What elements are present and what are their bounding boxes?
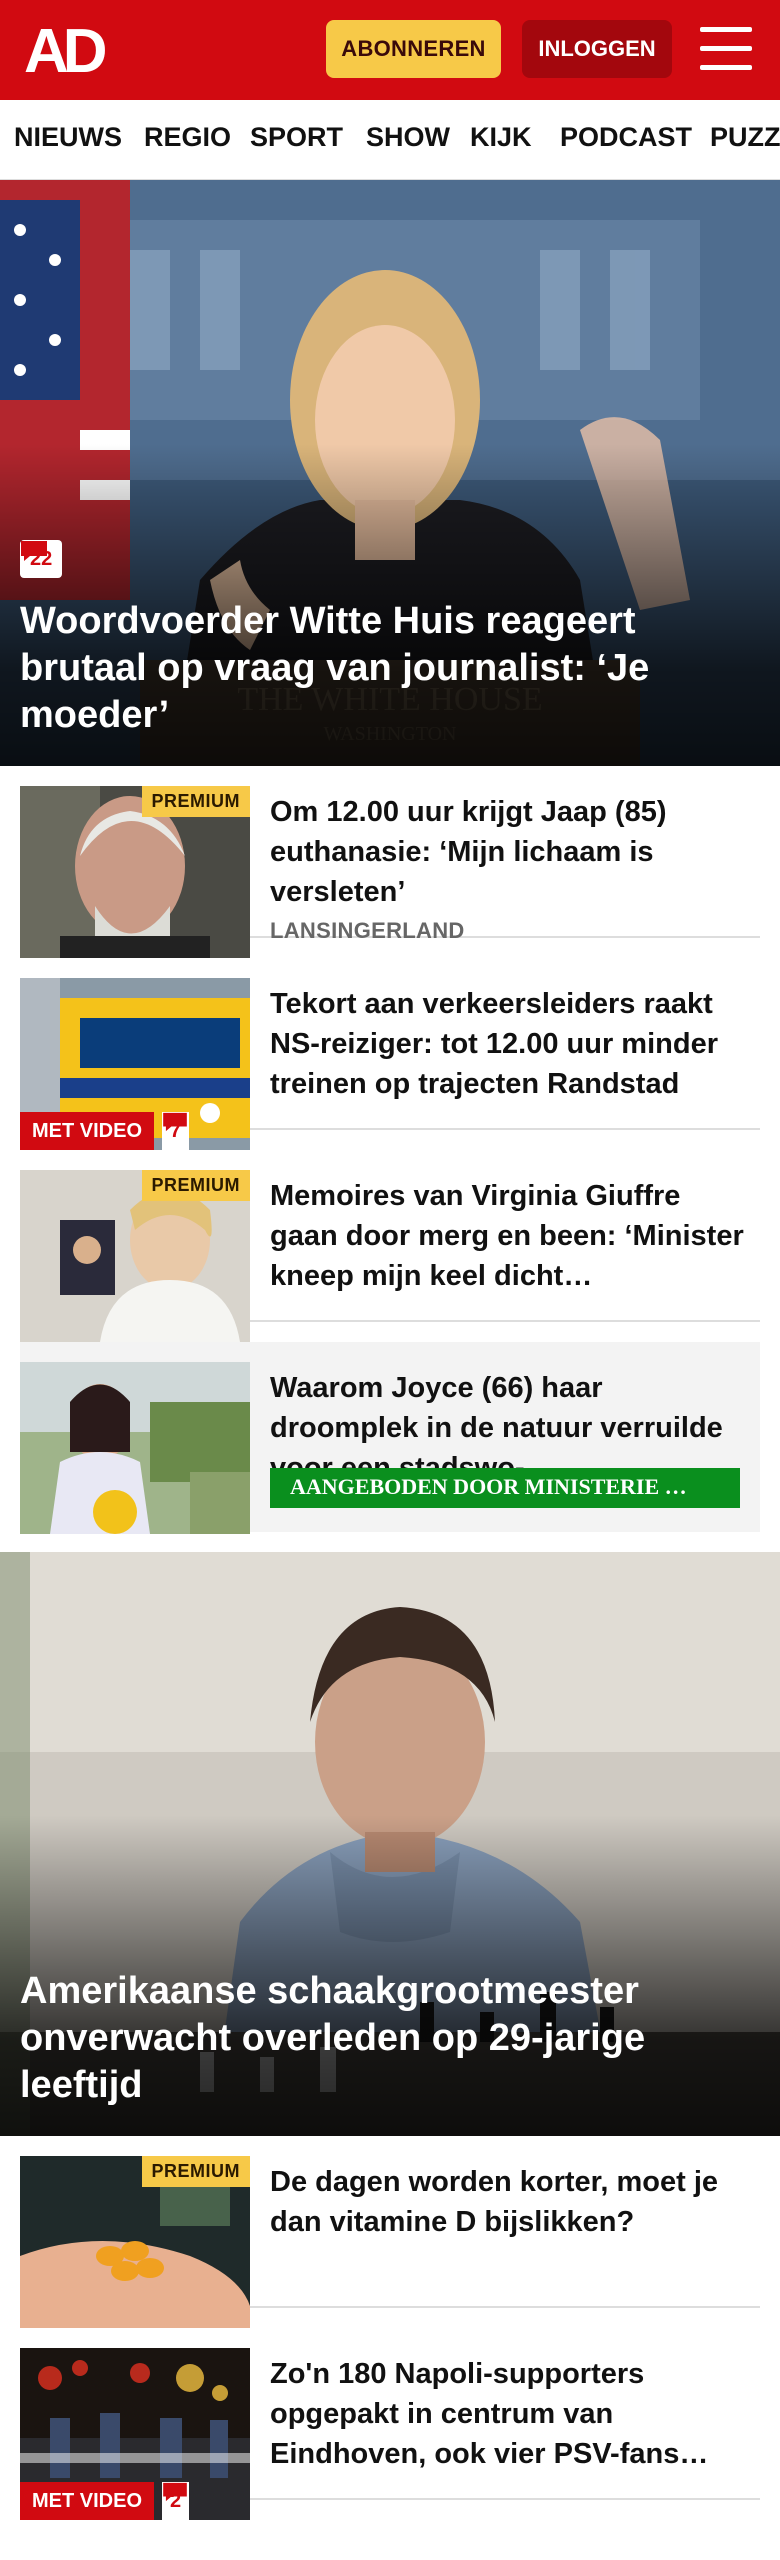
video-badge: MET VIDEO: [20, 2482, 155, 2520]
hero-title[interactable]: Woordvoerder Witte Huis reageert brutaal…: [20, 598, 740, 739]
premium-badge: PREMIUM: [141, 2156, 250, 2187]
article-item-napoli[interactable]: MET VIDEO 2 Zo'n 180 Napoli-supporters o…: [20, 2328, 760, 2520]
ad-logo[interactable]: AD: [24, 22, 116, 78]
nav-item-podcast[interactable]: PODCAST: [560, 122, 692, 153]
comment-icon: [163, 2482, 187, 2502]
login-button[interactable]: INLOGGEN: [522, 20, 672, 78]
subscribe-button[interactable]: ABONNEREN: [326, 20, 501, 78]
article-item-giuffre[interactable]: PREMIUM Memoires van Virginia Giuffre ga…: [20, 1150, 760, 1342]
sponsored-article-item[interactable]: Waarom Joyce (66) haar droomplek in de n…: [20, 1342, 760, 1534]
hamburger-menu-icon[interactable]: [700, 27, 752, 71]
nav-item-show[interactable]: SHOW: [366, 122, 450, 153]
premium-badge: PREMIUM: [141, 786, 250, 817]
nav-item-nieuws[interactable]: NIEUWS: [14, 122, 122, 153]
section-nav: NIEUWS REGIO SPORT SHOW KIJK PODCAST PUZ…: [0, 100, 780, 180]
article-thumbnail: PREMIUM: [20, 2156, 250, 2328]
article-thumbnail: MET VIDEO 7: [20, 978, 250, 1150]
comment-count-badge[interactable]: 7: [162, 1112, 190, 1150]
article-thumbnail: PREMIUM: [20, 786, 250, 958]
article-title[interactable]: Tekort aan verkeersleiders raakt NS-reiz…: [270, 984, 750, 1104]
article-thumbnail: [20, 1362, 250, 1534]
nav-item-puzzel[interactable]: PUZZ: [710, 122, 780, 153]
svg-text:AD: AD: [24, 22, 106, 78]
comment-count-badge[interactable]: 2: [162, 2482, 190, 2520]
article-title[interactable]: Om 12.00 uur krijgt Jaap (85) euthanasie…: [270, 792, 750, 912]
hero-article-chess[interactable]: Amerikaanse schaakgrootmeester onverwach…: [0, 1552, 780, 2136]
comment-count-badge[interactable]: 22: [20, 540, 63, 578]
article-location: LANSINGERLAND: [270, 918, 465, 943]
nav-item-kijk[interactable]: KIJK: [470, 122, 532, 153]
article-item-jaap[interactable]: PREMIUM Om 12.00 uur krijgt Jaap (85) eu…: [20, 766, 760, 958]
comment-icon: [163, 1112, 187, 1132]
article-thumbnail: PREMIUM: [20, 1170, 250, 1342]
nav-item-sport[interactable]: SPORT: [250, 122, 343, 153]
nav-item-regio[interactable]: REGIO: [144, 122, 231, 153]
article-title[interactable]: De dagen worden korter, moet je dan vita…: [270, 2162, 750, 2242]
hero-article-whitehouse[interactable]: THE WHITE HOUSE WASHINGTON 22 Woordvoerd…: [0, 180, 780, 766]
premium-badge: PREMIUM: [141, 1170, 250, 1201]
article-thumbnail: MET VIDEO 2: [20, 2348, 250, 2520]
comment-icon: [21, 541, 47, 561]
sponsor-label: AANGEBODEN DOOR MINISTERIE …: [270, 1468, 740, 1508]
hero-title[interactable]: Amerikaanse schaakgrootmeester onverwach…: [20, 1968, 740, 2109]
video-badge: MET VIDEO: [20, 1112, 155, 1150]
article-title[interactable]: Zo'n 180 Napoli-supporters opgepakt in c…: [270, 2354, 750, 2474]
top-bar: AD ABONNEREN INLOGGEN: [0, 0, 780, 100]
article-item-ns[interactable]: MET VIDEO 7 Tekort aan verkeersleiders r…: [20, 958, 760, 1150]
article-title[interactable]: Memoires van Virginia Giuffre gaan door …: [270, 1176, 750, 1296]
article-item-vitamine-d[interactable]: PREMIUM De dagen worden korter, moet je …: [20, 2136, 760, 2328]
